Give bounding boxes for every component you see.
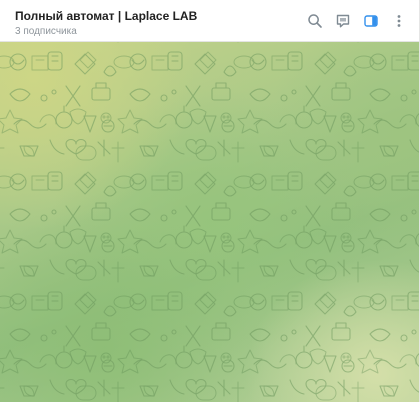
search-icon	[308, 14, 322, 28]
sidebar-toggle-button[interactable]	[362, 12, 380, 30]
chat-window: Полный автомат | Laplace LAB 3 подписчик…	[0, 0, 420, 402]
chat-title: Полный автомат | Laplace LAB	[15, 9, 198, 23]
subscriber-count: 3 подписчика	[15, 26, 77, 37]
chat-background	[0, 42, 419, 402]
chat-title-block[interactable]: Полный автомат | Laplace LAB 3 подписчик…	[15, 8, 197, 39]
more-vertical-icon	[397, 15, 401, 27]
comments-icon	[336, 14, 350, 28]
doodle-pattern-background	[0, 42, 419, 402]
sidebar-toggle-icon	[364, 15, 378, 27]
chat-header[interactable]: Полный автомат | Laplace LAB 3 подписчик…	[0, 0, 419, 42]
discussion-button[interactable]	[334, 12, 352, 30]
search-button[interactable]	[306, 12, 324, 30]
header-actions	[306, 12, 408, 30]
more-options-button[interactable]	[390, 12, 408, 30]
